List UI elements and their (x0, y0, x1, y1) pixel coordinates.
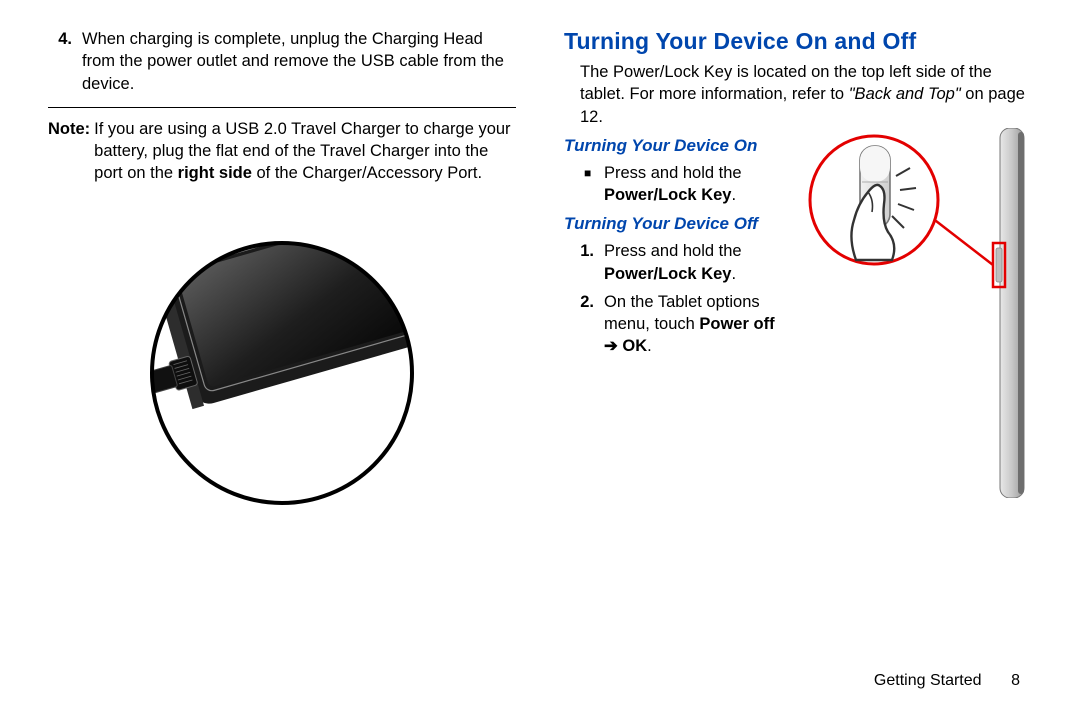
off2-post: . (647, 337, 652, 355)
step-number: 4. (48, 28, 82, 95)
subheading-off: Turning Your Device Off (564, 214, 790, 234)
footer-page-number: 8 (986, 672, 1020, 690)
note-label: Note: (48, 118, 94, 185)
section-heading: Turning Your Device On and Off (564, 28, 1032, 55)
off-step-1: 1. Press and hold the Power/Lock Key. (570, 240, 790, 285)
subheading-on: Turning Your Device On (564, 136, 790, 156)
note-text-bold: right side (178, 164, 252, 182)
step-4: 4. When charging is complete, unplug the… (48, 28, 516, 95)
right-column: Turning Your Device On and Off The Power… (540, 28, 1032, 720)
on-step: ■ Press and hold the Power/Lock Key. (584, 162, 790, 207)
off-step-2: 2. On the Tablet options menu, touch Pow… (570, 291, 790, 358)
page-footer: Getting Started 8 (874, 672, 1020, 690)
off1-bold: Power/Lock Key (604, 265, 731, 283)
on-step-text: Press and hold the Power/Lock Key. (604, 162, 790, 207)
on-post: . (731, 186, 736, 204)
off2-bold1: Power off (699, 315, 774, 333)
off1-pre: Press and hold the (604, 242, 742, 260)
divider (48, 107, 516, 108)
note-text-post: of the Charger/Accessory Port. (252, 164, 482, 182)
power-button-figure (802, 128, 1032, 488)
bullet-marker: ■ (584, 162, 604, 207)
intro-ref: "Back and Top" (849, 85, 961, 103)
off2-arrow: ➔ (604, 337, 622, 355)
step-number: 2. (570, 291, 604, 358)
left-column: 4. When charging is complete, unplug the… (48, 28, 540, 720)
off-step1-text: Press and hold the Power/Lock Key. (604, 240, 790, 285)
step-text: When charging is complete, unplug the Ch… (82, 28, 516, 95)
note-block: Note: If you are using a USB 2.0 Travel … (48, 118, 516, 185)
power-button-icon (802, 128, 1032, 498)
step-number: 1. (570, 240, 604, 285)
on-pre: Press and hold the (604, 164, 742, 182)
usb-port-icon (132, 223, 432, 523)
footer-section: Getting Started (874, 672, 982, 689)
on-bold: Power/Lock Key (604, 186, 731, 204)
usb-port-figure (48, 223, 516, 523)
right-text-col: Turning Your Device On ■ Press and hold … (564, 128, 802, 364)
off1-post: . (731, 265, 736, 283)
intro-paragraph: The Power/Lock Key is located on the top… (580, 61, 1032, 128)
note-text: If you are using a USB 2.0 Travel Charge… (94, 118, 516, 185)
off2-bold2: OK (622, 337, 647, 355)
off-step2-text: On the Tablet options menu, touch Power … (604, 291, 790, 358)
manual-page: 4. When charging is complete, unplug the… (0, 0, 1080, 720)
right-body: Turning Your Device On ■ Press and hold … (564, 128, 1032, 488)
